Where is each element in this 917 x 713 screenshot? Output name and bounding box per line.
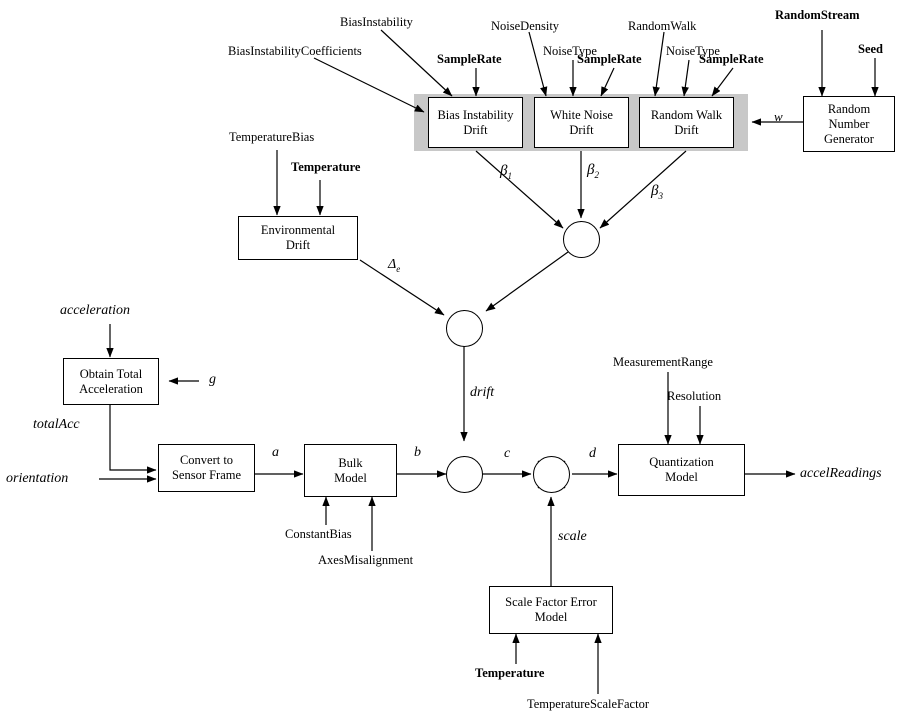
product-node-scale [533, 456, 570, 493]
block-scale-factor-error-model[interactable]: Scale Factor Error Model [489, 586, 613, 634]
block-convert-to-sensor-frame-label: Convert to Sensor Frame [171, 453, 242, 482]
block-bias-instability-drift[interactable]: Bias Instability Drift [428, 97, 523, 148]
block-quantization-model-label: Quantization Model [649, 455, 714, 484]
block-white-noise-drift-label: White Noise Drift [550, 107, 613, 137]
signal-beta3: β3 [651, 183, 663, 201]
block-bulk-model-label: Bulk Model [334, 455, 367, 485]
signal-g: g [209, 372, 216, 387]
diagram-canvas: Bias Instability Drift White Noise Drift… [0, 0, 917, 713]
param-temperature-2: Temperature [475, 666, 545, 680]
param-sample-rate-2: SampleRate [577, 52, 642, 66]
signal-total-acc: totalAcc [33, 417, 80, 432]
signal-d: d [589, 446, 596, 461]
param-measurement-range: MeasurementRange [613, 355, 713, 369]
param-bias-instability: BiasInstability [340, 15, 413, 29]
param-constant-bias: ConstantBias [285, 527, 352, 541]
block-quantization-model[interactable]: Quantization Model [618, 444, 745, 496]
block-convert-to-sensor-frame[interactable]: Convert to Sensor Frame [158, 444, 255, 492]
signal-scale: scale [558, 529, 587, 544]
signal-delta-e: Δe [388, 257, 401, 274]
signal-a: a [272, 445, 279, 460]
block-obtain-total-acceleration[interactable]: Obtain Total Acceleration [63, 358, 159, 405]
block-bulk-model[interactable]: Bulk Model [304, 444, 397, 497]
param-seed: Seed [858, 42, 883, 56]
signal-b: b [414, 445, 421, 460]
param-bias-instability-coefficients: BiasInstabilityCoefficients [228, 44, 362, 58]
param-noise-density: NoiseDensity [491, 19, 560, 33]
param-sample-rate-1: SampleRate [437, 52, 502, 66]
param-temperature-1: Temperature [291, 160, 361, 174]
signal-c: c [504, 446, 511, 461]
block-environmental-drift-label: Environmental Drift [260, 223, 336, 252]
param-resolution: Resolution [667, 389, 722, 403]
signal-beta1: β1 [500, 163, 512, 181]
sum-node-total-drift [446, 310, 483, 347]
block-random-walk-drift-label: Random Walk Drift [650, 107, 723, 137]
param-temperature-scale-factor: TemperatureScaleFactor [527, 697, 649, 711]
signal-acceleration: acceleration [60, 303, 130, 318]
sum-node-add-drift [446, 456, 483, 493]
signal-drift: drift [470, 385, 495, 400]
block-white-noise-drift[interactable]: White Noise Drift [534, 97, 629, 148]
signal-accel-readings: accelReadings [800, 466, 882, 481]
block-scale-factor-error-model-label: Scale Factor Error Model [505, 595, 597, 624]
param-temperature-bias: TemperatureBias [229, 130, 315, 144]
sum-node-drift-combine [563, 221, 600, 258]
block-random-walk-drift[interactable]: Random Walk Drift [639, 97, 734, 148]
signal-w: w [774, 109, 783, 124]
block-environmental-drift[interactable]: Environmental Drift [238, 216, 358, 260]
param-sample-rate-3: SampleRate [699, 52, 764, 66]
param-random-walk: RandomWalk [628, 19, 697, 33]
signal-orientation: orientation [6, 471, 69, 486]
block-random-number-generator[interactable]: Random Number Generator [803, 96, 895, 152]
block-bias-instability-drift-label: Bias Instability Drift [437, 107, 514, 137]
param-random-stream: RandomStream [775, 8, 860, 22]
signal-beta2: β2 [587, 162, 599, 180]
param-axes-misalignment: AxesMisalignment [318, 553, 414, 567]
block-obtain-total-acceleration-label: Obtain Total Acceleration [79, 366, 143, 396]
block-random-number-generator-label: Random Number Generator [824, 101, 874, 146]
